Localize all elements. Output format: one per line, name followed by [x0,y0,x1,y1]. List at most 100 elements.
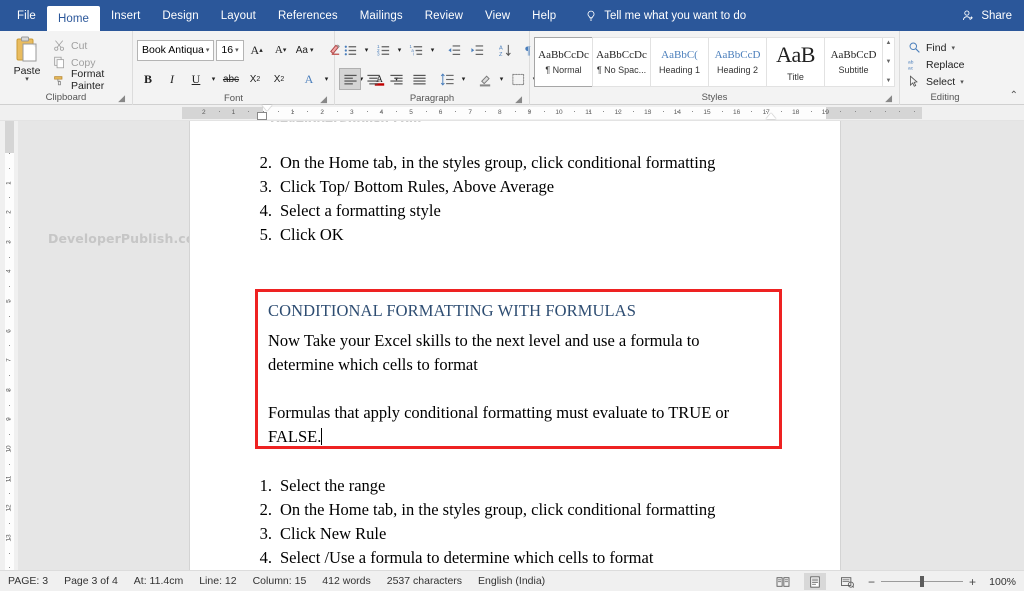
tell-me-search[interactable]: Tell me what you want to do [585,0,746,31]
align-center-icon[interactable] [362,68,384,90]
collapse-ribbon-button[interactable]: ⌃ [1010,90,1018,101]
ruler-minor-tick [411,111,412,112]
tab-insert[interactable]: Insert [100,0,151,31]
zoom-slider-track[interactable] [881,581,963,582]
bold-icon[interactable]: B [137,68,159,90]
left-indent-marker[interactable] [257,112,267,120]
list-item-text: Click OK [280,223,775,247]
share-button[interactable]: Share [962,0,1012,31]
find-button[interactable]: Find▾ [908,39,986,56]
status-word-count[interactable]: 412 words [322,575,370,587]
style-no-spac[interactable]: AaBbCcDc¶ No Spac... [592,37,651,87]
status-page-of[interactable]: Page 3 of 4 [64,575,118,587]
underline-icon[interactable]: U [185,68,207,90]
styles-dialog-launcher[interactable]: ◢ [885,91,892,105]
paste-dropdown-arrow-icon[interactable]: ▾ [25,77,29,83]
italic-icon[interactable]: I [161,68,183,90]
decrease-indent-icon[interactable] [443,39,465,61]
zoom-out-button[interactable]: − [868,577,875,587]
text-effects-dropdown-arrow-icon[interactable]: ▾ [322,68,331,90]
scroll-up-icon[interactable]: ▲ [886,39,892,47]
cut-button[interactable]: Cut [50,37,128,54]
style-subtitle[interactable]: AaBbCcDSubtitle [824,37,883,87]
subscript-icon[interactable]: X2 [244,68,266,90]
tab-references[interactable]: References [267,0,349,31]
status-language[interactable]: English (India) [478,575,545,587]
line-spacing-dropdown-arrow-icon[interactable]: ▾ [459,68,468,90]
shading-dropdown-arrow-icon[interactable]: ▾ [497,68,506,90]
style-heading-2[interactable]: AaBbCcDHeading 2 [708,37,767,87]
style-preview: AaB [776,42,815,68]
horizontal-ruler[interactable]: L 2112345678910111213141516171819 [0,105,1024,121]
status-bar: PAGE: 3 Page 3 of 4 At: 11.4cm Line: 12 … [0,570,1024,591]
style-heading-1[interactable]: AaBbC(Heading 1 [650,37,709,87]
scroll-down-icon[interactable]: ▼ [886,58,892,66]
bullets-icon[interactable] [339,39,361,61]
web-layout-icon[interactable] [836,573,858,590]
paste-button[interactable]: Paste ▾ [4,34,50,91]
underline-dropdown-arrow-icon[interactable]: ▾ [209,68,218,90]
sort-icon[interactable]: A Z [494,39,516,61]
strikethrough-icon[interactable]: abc [220,68,242,90]
ruler-minor-tick [825,111,826,112]
text-effects-icon[interactable]: A [298,68,320,90]
font-size-combo[interactable]: 16 ▾ [216,40,243,61]
zoom-slider-thumb[interactable] [920,576,924,587]
multilevel-list-icon[interactable]: 1 a i [405,39,427,61]
document-body: 2.On the Home tab, in the styles group, … [190,121,840,570]
paragraph-dialog-launcher[interactable]: ◢ [515,92,522,106]
shading-icon[interactable] [474,68,496,90]
status-character-count[interactable]: 2537 characters [387,575,462,587]
tab-view[interactable]: View [474,0,521,31]
bullets-dropdown-arrow-icon[interactable]: ▾ [362,39,371,61]
tab-layout[interactable]: Layout [210,0,267,31]
format-painter-button[interactable]: Format Painter [50,71,128,88]
chevron-down-icon[interactable]: ▾ [951,44,955,52]
numbering-dropdown-arrow-icon[interactable]: ▾ [395,39,404,61]
font-dialog-launcher[interactable]: ◢ [320,92,327,106]
zoom-slider[interactable]: − + [868,577,976,587]
tab-help[interactable]: Help [521,0,567,31]
tab-home[interactable]: Home [47,6,100,31]
justify-icon[interactable] [408,68,430,90]
first-line-indent-marker[interactable] [262,105,272,111]
vertical-ruler-minor-tick [9,449,10,450]
shrink-font-icon[interactable]: A▾ [270,39,292,61]
right-indent-marker[interactable] [766,113,776,119]
zoom-in-button[interactable]: + [969,577,976,587]
grow-font-icon[interactable]: A▴ [246,39,268,61]
document-page[interactable]: DeveloperPublish.com 2.On the Home tab, … [190,121,840,570]
chevron-down-icon[interactable]: ▾ [960,78,964,86]
print-layout-icon[interactable] [804,573,826,590]
borders-icon[interactable] [507,68,529,90]
tab-mailings[interactable]: Mailings [349,0,414,31]
ruler-minor-tick [219,111,220,112]
numbering-icon[interactable]: 1 2 3 [372,39,394,61]
read-mode-icon[interactable] [772,573,794,590]
ruler-minor-tick [307,111,308,112]
align-left-icon[interactable] [339,68,361,90]
clipboard-dialog-launcher[interactable]: ◢ [118,91,125,105]
select-button[interactable]: Select▾ [908,73,986,90]
line-spacing-icon[interactable] [436,68,458,90]
vertical-ruler[interactable]: 12345678910111213 [0,121,18,570]
superscript-icon[interactable]: X2 [268,68,290,90]
align-right-icon[interactable] [385,68,407,90]
increase-indent-icon[interactable] [466,39,488,61]
document-workspace[interactable]: DeveloperPublish.com DeveloperPublish.co… [18,121,1024,570]
list-item-number: 3. [255,522,280,546]
status-page-indicator[interactable]: PAGE: 3 [8,575,48,587]
styles-gallery-scroll[interactable]: ▲ ▼ ▼ [882,37,895,87]
zoom-level-label[interactable]: 100% [986,576,1016,588]
tab-review[interactable]: Review [414,0,474,31]
styles-more-icon[interactable]: ▼ [886,77,892,85]
replace-button[interactable]: abacReplace [908,56,986,73]
tab-file[interactable]: File [6,0,47,31]
style-normal[interactable]: AaBbCcDc¶ Normal [534,37,593,87]
list-item: 2.On the Home tab, in the styles group, … [255,151,775,175]
change-case-icon[interactable]: Aa▾ [294,39,316,61]
multilevel-dropdown-arrow-icon[interactable]: ▾ [428,39,437,61]
font-name-combo[interactable]: Book Antiqua ▾ [137,40,214,61]
style-title[interactable]: AaBTitle [766,37,825,87]
tab-design[interactable]: Design [151,0,209,31]
